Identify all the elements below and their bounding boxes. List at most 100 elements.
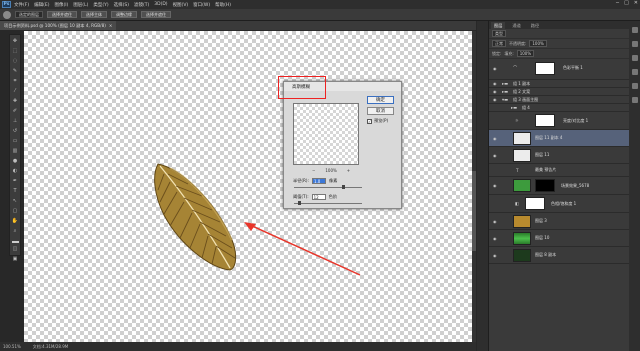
menu-help[interactable]: 帮助(H) <box>215 2 231 8</box>
dodge-tool-icon[interactable]: ◐ <box>12 168 19 175</box>
layer-row[interactable]: ☼ 亮度/对比度 1 <box>489 112 629 130</box>
close-icon[interactable]: ✕ <box>634 0 638 6</box>
layer-thumbnail[interactable] <box>513 214 531 228</box>
foreground-color-swatch[interactable] <box>11 241 19 243</box>
select-and-mask-button[interactable]: 选择并遮住 <box>47 11 77 18</box>
zoom-tool-icon[interactable]: ⌕ <box>12 228 19 235</box>
fill-input[interactable]: 100% <box>516 50 535 57</box>
quick-select-tool-icon[interactable] <box>3 10 11 19</box>
marquee-tool-icon[interactable]: ⬚ <box>12 48 19 55</box>
layer-mask-thumbnail[interactable] <box>535 114 555 127</box>
history-panel-icon[interactable] <box>631 27 638 33</box>
crop-tool-icon[interactable]: ⌗ <box>12 78 19 85</box>
document-tab[interactable]: 项目示例资料.psd @ 100% (图层 10 副本 4, RGB/8) × <box>0 21 117 30</box>
layer-name[interactable]: 图层 11 <box>535 152 549 158</box>
history-brush-tool-icon[interactable]: ↺ <box>12 128 19 135</box>
layer-filter-select[interactable]: 类型 <box>492 30 506 37</box>
cancel-button[interactable]: 取消 <box>367 107 394 115</box>
layer-name[interactable]: 亮度/对比度 1 <box>563 118 588 124</box>
maximize-icon[interactable]: □ <box>624 0 629 6</box>
menu-window[interactable]: 窗口(W) <box>193 2 210 8</box>
ok-button[interactable]: 确定 <box>367 96 394 104</box>
dialog-preview-pane[interactable] <box>293 103 359 165</box>
visibility-eye-icon[interactable]: ◉ <box>493 89 498 94</box>
layer-row[interactable]: ◉ 图层 11 <box>489 147 629 164</box>
layer-name[interactable]: 色相/饱和度 1 <box>551 201 576 207</box>
layer-name[interactable]: 图层 10 <box>535 235 549 241</box>
layer-row[interactable]: ◉ 场景效果_5678 <box>489 177 629 195</box>
screen-mode-icon[interactable]: ▣ <box>12 256 19 263</box>
sample-layer-select[interactable]: 选定的图层 <box>15 11 43 18</box>
properties-panel-icon[interactable] <box>631 41 638 47</box>
brush-tool-icon[interactable]: ✐ <box>12 108 19 115</box>
visibility-eye-icon[interactable]: ◉ <box>493 253 498 258</box>
eraser-tool-icon[interactable]: ▭ <box>12 138 19 145</box>
quick-mask-icon[interactable]: ◫ <box>12 246 19 253</box>
layer-thumbnail[interactable] <box>513 248 531 262</box>
visibility-eye-icon[interactable]: ◉ <box>493 81 498 86</box>
threshold-slider[interactable] <box>294 201 362 205</box>
clone-stamp-tool-icon[interactable]: ⊥ <box>12 118 19 125</box>
refine-edge-button[interactable]: 调整边缘 <box>111 11 137 18</box>
healing-brush-tool-icon[interactable]: ✚ <box>12 98 19 105</box>
menu-edit[interactable]: 编辑(E) <box>34 2 49 8</box>
path-select-tool-icon[interactable]: ↖ <box>12 198 19 205</box>
layer-mask-thumbnail[interactable] <box>535 61 555 75</box>
menu-file[interactable]: 文件(F) <box>14 2 29 8</box>
layer-mask-thumbnail[interactable] <box>525 197 545 210</box>
layer-name[interactable]: 场景效果_5678 <box>561 183 589 189</box>
layer-group-row[interactable]: ◉ ▸▬ 组 2 文案 <box>489 88 629 96</box>
hand-tool-icon[interactable]: ✋ <box>12 218 19 225</box>
menu-layer[interactable]: 图层(L) <box>73 2 88 8</box>
preview-checkbox-row[interactable]: ✓ 预览(P) <box>367 118 388 124</box>
layer-row[interactable]: ◉ 图层 8 副本 <box>489 247 629 264</box>
zoom-in-icon[interactable]: + <box>347 168 350 173</box>
zoom-out-icon[interactable]: − <box>312 168 315 173</box>
gradient-tool-icon[interactable]: ▥ <box>12 148 19 155</box>
scrollbar-thumb[interactable] <box>472 171 476 251</box>
layer-name[interactable]: 图层 8 副本 <box>535 252 556 258</box>
menu-3d[interactable]: 3D(D) <box>154 2 167 7</box>
adjustments-panel-icon[interactable] <box>631 55 638 61</box>
minimize-icon[interactable]: ─ <box>616 0 619 6</box>
layer-name[interactable]: 组 3 画面主图 <box>513 97 538 103</box>
quick-select-tool-icon[interactable]: ✎ <box>12 68 19 75</box>
layer-thumbnail[interactable] <box>513 179 531 192</box>
layer-name[interactable]: 图层 3 <box>535 218 547 224</box>
select-mask-button[interactable]: 选择并遮住 <box>141 11 171 18</box>
radius-slider[interactable] <box>294 185 362 189</box>
layer-name[interactable]: 组 2 文案 <box>513 89 530 95</box>
layer-name[interactable]: 最美 预告片 <box>535 167 556 173</box>
visibility-eye-icon[interactable]: ◉ <box>493 183 498 188</box>
move-tool-icon[interactable]: ✥ <box>12 38 19 45</box>
layer-thumbnail[interactable] <box>513 231 531 245</box>
visibility-eye-icon[interactable]: ◉ <box>493 136 498 141</box>
opacity-input[interactable]: 100% <box>529 40 547 47</box>
tab-paths[interactable]: 路径 <box>528 22 542 29</box>
document-canvas[interactable] <box>24 31 472 342</box>
layer-name[interactable]: 图层 11 副本 4 <box>535 135 562 141</box>
layer-mask-thumbnail[interactable] <box>535 179 555 192</box>
layer-thumbnail[interactable] <box>513 148 531 162</box>
layer-row[interactable]: ◧ 色相/饱和度 1 <box>489 195 629 213</box>
shape-tool-icon[interactable]: ▢ <box>12 208 19 215</box>
type-tool-icon[interactable]: T <box>12 188 19 195</box>
layer-name[interactable]: 色彩平衡 1 <box>563 65 583 71</box>
menu-image[interactable]: 图像(I) <box>54 2 68 8</box>
lasso-tool-icon[interactable]: ◌ <box>12 58 19 65</box>
select-subject-button[interactable]: 选择主体 <box>81 11 107 18</box>
layer-group-row[interactable]: ◉ ▾▬ 组 3 画面主图 <box>489 96 629 104</box>
layer-name[interactable]: 组 1 副本 <box>513 81 530 87</box>
layer-thumbnail[interactable] <box>513 131 531 145</box>
menu-select[interactable]: 选择(S) <box>114 2 129 8</box>
radius-slider-knob[interactable] <box>342 185 345 189</box>
tab-channels[interactable]: 通道 <box>509 22 523 29</box>
layer-row[interactable]: ◉ 图层 3 <box>489 213 629 230</box>
threshold-input[interactable]: 12 <box>311 194 326 200</box>
preview-checkbox[interactable]: ✓ <box>367 118 372 124</box>
swatches-panel-icon[interactable] <box>631 97 638 103</box>
menu-view[interactable]: 视图(V) <box>173 2 189 8</box>
visibility-eye-icon[interactable]: ◉ <box>493 97 498 102</box>
canvas-vertical-scrollbar[interactable] <box>472 31 476 342</box>
eyedropper-tool-icon[interactable]: ⁄ <box>12 88 19 95</box>
